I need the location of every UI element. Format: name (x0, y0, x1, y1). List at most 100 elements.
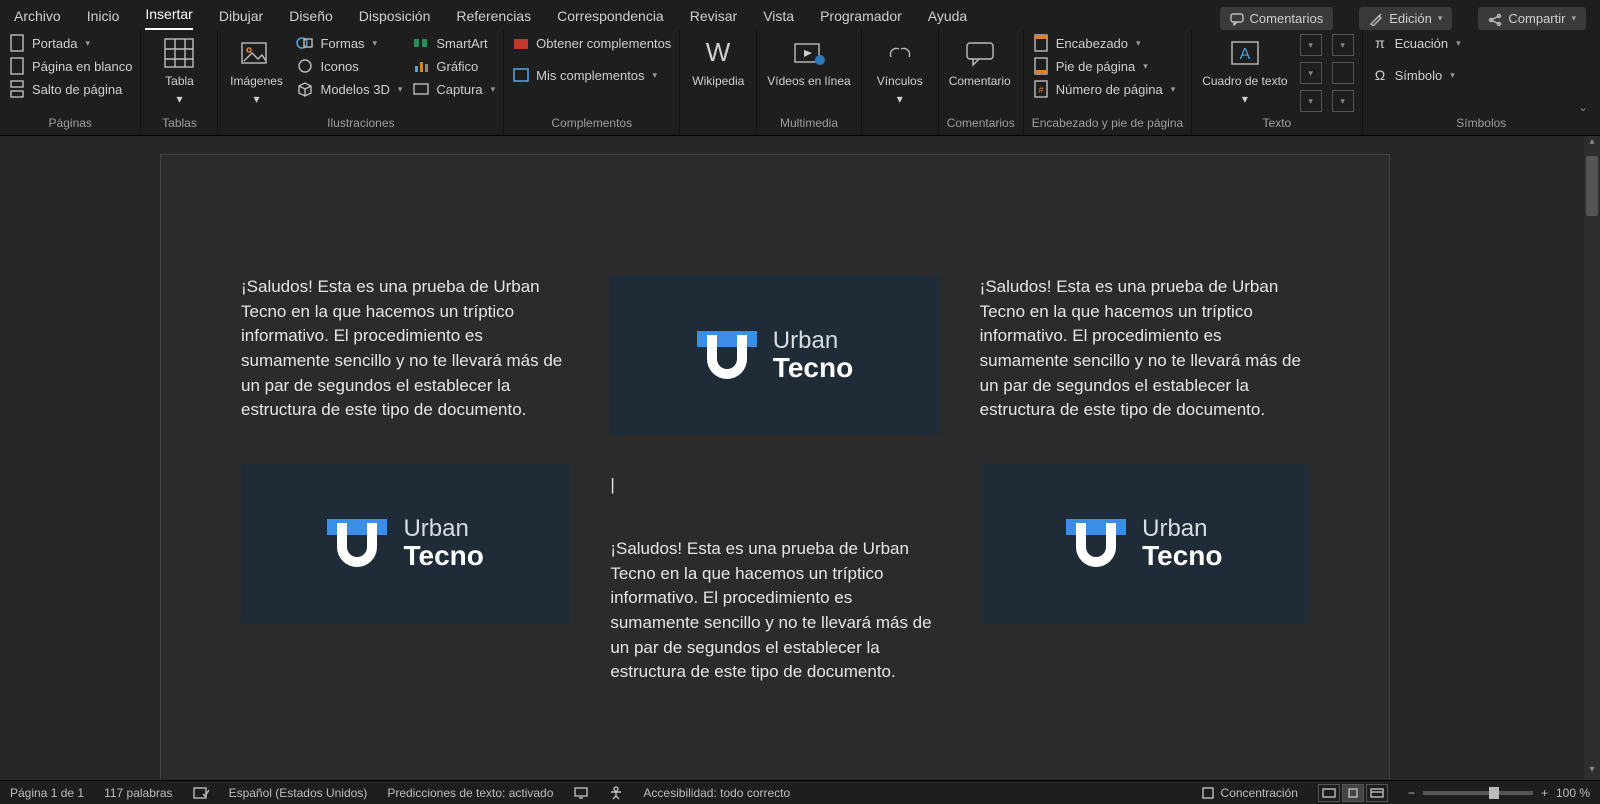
editing-button[interactable]: Edición ▾ (1359, 7, 1452, 30)
icons-icon (296, 57, 314, 75)
view-web-button[interactable] (1366, 784, 1388, 802)
portada-button[interactable]: Portada▾ (8, 34, 132, 52)
zoom-in-button[interactable]: + (1541, 786, 1548, 800)
spellcheck-icon[interactable] (193, 786, 209, 800)
chevron-down-icon: ▾ (1242, 92, 1248, 106)
smartart-button[interactable]: SmartArt (412, 34, 495, 52)
wordart-button[interactable]: ▾ (1300, 62, 1322, 84)
svg-text:A: A (1240, 46, 1251, 63)
menu-tab-correspondencia[interactable]: Correspondencia (557, 4, 664, 30)
encabezado-button[interactable]: Encabezado▾ (1032, 34, 1176, 52)
status-predictions[interactable]: Predicciones de texto: activado (387, 786, 553, 800)
logo-line-2: Tecno (403, 541, 483, 570)
salto-pagina-button[interactable]: Salto de página (8, 80, 132, 98)
status-accessibility[interactable]: Accesibilidad: todo correcto (643, 786, 790, 800)
logo-image[interactable]: Urban Tecno (241, 463, 570, 623)
menu-tab-dibujar[interactable]: Dibujar (219, 4, 263, 30)
modelos-3d-button[interactable]: Modelos 3D▾ (296, 80, 402, 98)
display-settings-icon[interactable] (573, 786, 589, 800)
document-page[interactable]: ¡Saludos! Esta es una prueba de Urban Te… (160, 154, 1390, 780)
view-print-button[interactable] (1342, 784, 1364, 802)
captura-button[interactable]: Captura▾ (412, 80, 495, 98)
menu-tab-ayuda[interactable]: Ayuda (928, 4, 967, 30)
group-label-simbolos: Símbolos (1371, 114, 1592, 133)
zoom-percent[interactable]: 100 % (1556, 786, 1590, 800)
accessibility-icon[interactable] (609, 786, 623, 800)
status-page[interactable]: Página 1 de 1 (10, 786, 84, 800)
svg-text:#: # (1038, 85, 1043, 95)
document-canvas[interactable]: ¡Saludos! Esta es una prueba de Urban Te… (0, 136, 1600, 780)
paragraph-text[interactable]: ¡Saludos! Esta es una prueba de Urban Te… (610, 537, 939, 685)
ecuacion-label: Ecuación (1395, 36, 1448, 51)
collapse-ribbon-button[interactable]: ⌄ (1578, 100, 1592, 114)
triptych-col-1: ¡Saludos! Esta es una prueba de Urban Te… (241, 275, 570, 780)
focus-label: Concentración (1221, 786, 1298, 800)
zoom-slider[interactable] (1423, 791, 1533, 795)
menu-tab-insertar[interactable]: Insertar (145, 2, 192, 30)
scroll-thumb[interactable] (1586, 156, 1598, 216)
cuadro-texto-button[interactable]: A Cuadro de texto ▾ (1200, 34, 1289, 108)
wikipedia-button[interactable]: W Wikipedia (688, 34, 748, 90)
focus-mode-button[interactable]: Concentración (1201, 786, 1298, 800)
menu-tab-referencias[interactable]: Referencias (456, 4, 531, 30)
comments-button[interactable]: Comentarios (1220, 7, 1334, 30)
text-cursor[interactable]: | (610, 475, 939, 497)
date-time-button[interactable] (1332, 62, 1354, 84)
group-complementos: Obtener complementos Mis complementos▾ C… (504, 30, 680, 135)
formas-button[interactable]: Formas▾ (296, 34, 402, 52)
logo-line-1: Urban (1142, 516, 1222, 541)
salto-pagina-label: Salto de página (32, 82, 122, 97)
scroll-down-button[interactable]: ▾ (1584, 764, 1600, 780)
pagina-blanco-label: Página en blanco (32, 59, 132, 74)
tabla-button[interactable]: Tabla ▾ (149, 34, 209, 108)
paragraph-text[interactable]: ¡Saludos! Esta es una prueba de Urban Te… (241, 275, 570, 423)
menu-tab-archivo[interactable]: Archivo (14, 4, 61, 30)
menu-tab-diseno[interactable]: Diseño (289, 4, 333, 30)
logo-image[interactable]: Urban Tecno (980, 463, 1309, 623)
imagenes-button[interactable]: Imágenes ▾ (226, 34, 286, 108)
textbox-icon: A (1228, 36, 1262, 70)
vinculos-button[interactable]: Vínculos ▾ (870, 34, 930, 108)
logo-line-1: Urban (773, 328, 853, 353)
wikipedia-icon: W (701, 36, 735, 70)
menu-tab-vista[interactable]: Vista (763, 4, 794, 30)
captura-label: Captura (436, 82, 482, 97)
mis-complementos-button[interactable]: Mis complementos▾ (512, 66, 671, 84)
vertical-scrollbar[interactable]: ▴ ▾ (1584, 136, 1600, 780)
object-button[interactable]: ▾ (1332, 90, 1354, 112)
iconos-button[interactable]: Iconos (296, 57, 402, 75)
ecuacion-button[interactable]: π Ecuación▾ (1371, 34, 1461, 52)
paragraph-text[interactable]: ¡Saludos! Esta es una prueba de Urban Te… (980, 275, 1309, 423)
logo-line-2: Tecno (773, 353, 853, 382)
share-button[interactable]: Compartir ▾ (1478, 7, 1586, 30)
pie-de-pagina-button[interactable]: Pie de página▾ (1032, 57, 1176, 75)
texto-extra-col-1: ▾ ▾ ▾ (1300, 34, 1322, 112)
status-words[interactable]: 117 palabras (104, 786, 173, 800)
videos-en-linea-button[interactable]: Vídeos en línea (765, 34, 852, 90)
menu-tab-inicio[interactable]: Inicio (87, 4, 120, 30)
signature-line-button[interactable]: ▾ (1332, 34, 1354, 56)
group-paginas: Portada▾ Página en blanco Salto de págin… (0, 30, 141, 135)
logo-image[interactable]: Urban Tecno (610, 275, 939, 435)
comentario-button[interactable]: Comentario (947, 34, 1013, 90)
numero-pagina-button[interactable]: # Número de página▾ (1032, 80, 1176, 98)
pagina-blanco-button[interactable]: Página en blanco (8, 57, 132, 75)
status-language[interactable]: Español (Estados Unidos) (229, 786, 368, 800)
zoom-out-button[interactable]: − (1408, 786, 1415, 800)
drop-cap-button[interactable]: ▾ (1300, 90, 1322, 112)
simbolo-button[interactable]: Ω Símbolo▾ (1371, 66, 1461, 84)
scroll-up-button[interactable]: ▴ (1584, 136, 1600, 152)
view-read-button[interactable] (1318, 784, 1340, 802)
smartart-icon (412, 34, 430, 52)
quick-parts-button[interactable]: ▾ (1300, 34, 1322, 56)
menu-tab-revisar[interactable]: Revisar (690, 4, 737, 30)
logo-text: Urban Tecno (1142, 516, 1222, 571)
videos-label: Vídeos en línea (767, 74, 850, 88)
encabezado-label: Encabezado (1056, 36, 1128, 51)
grafico-button[interactable]: Gráfico (412, 57, 495, 75)
menu-tab-disposicion[interactable]: Disposición (359, 4, 431, 30)
video-icon (792, 36, 826, 70)
menu-tab-programador[interactable]: Programador (820, 4, 902, 30)
zoom-slider-knob[interactable] (1489, 787, 1499, 799)
obtener-complementos-button[interactable]: Obtener complementos (512, 34, 671, 52)
